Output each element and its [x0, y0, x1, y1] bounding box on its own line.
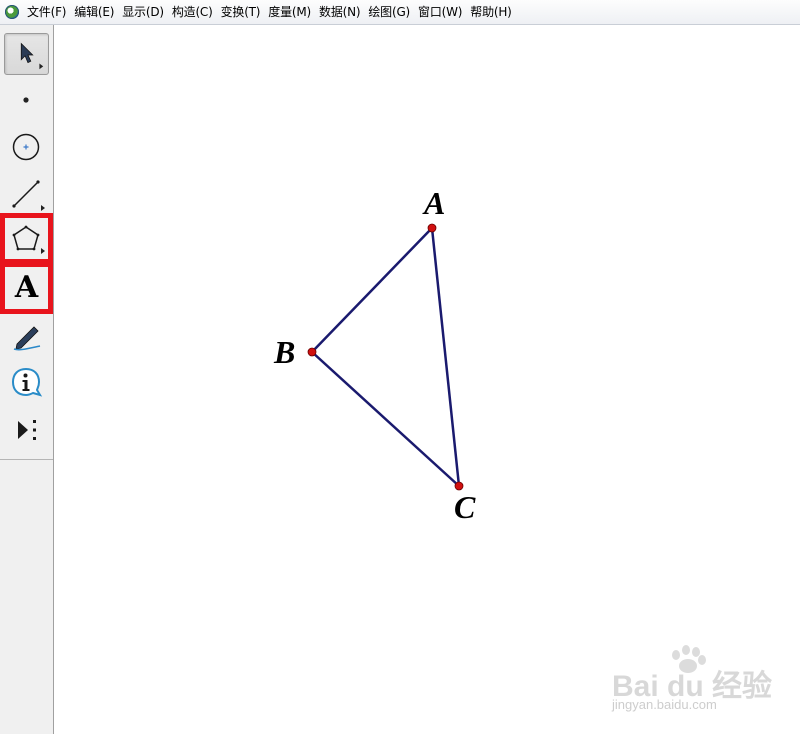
menu-help[interactable]: 帮助(H) — [467, 0, 514, 25]
menu-data[interactable]: 数据(N) — [316, 0, 363, 25]
toolbar-separator — [0, 459, 53, 460]
custom-tool[interactable] — [4, 409, 49, 451]
menu-window[interactable]: 窗口(W) — [415, 0, 465, 25]
polygon-icon — [12, 225, 45, 254]
marker-pen-icon — [13, 326, 41, 351]
point-label-c[interactable]: C — [454, 491, 475, 523]
straightedge-tool[interactable] — [4, 173, 49, 215]
menu-items: 文件(F) 编辑(E) 显示(D) 构造(C) 变换(T) 度量(M) 数据(N… — [24, 0, 517, 25]
compass-tool[interactable] — [4, 126, 49, 168]
triangle-figure — [307, 223, 464, 491]
menu-display[interactable]: 显示(D) — [119, 0, 167, 25]
watermark-sub: jingyan.baidu.com — [612, 697, 717, 712]
point-b[interactable] — [307, 347, 317, 357]
marker-tool[interactable] — [4, 316, 49, 358]
menu-graph[interactable]: 绘图(G) — [365, 0, 413, 25]
segment-ab[interactable] — [311, 227, 433, 353]
text-tool[interactable]: A — [0, 262, 53, 314]
menu-edit[interactable]: 编辑(E) — [71, 0, 117, 25]
menu-file[interactable]: 文件(F) — [24, 0, 69, 25]
information-icon — [11, 367, 43, 397]
segment-bc[interactable] — [311, 351, 460, 487]
straightedge-icon — [12, 180, 45, 211]
arrow-select-icon — [20, 42, 44, 70]
sketch-canvas[interactable]: A B C — [55, 25, 800, 734]
app-icon[interactable] — [5, 5, 19, 19]
segment-ac[interactable] — [430, 227, 461, 487]
point-label-a[interactable]: A — [424, 187, 445, 219]
baidu-watermark: Bai du 经验 jingyan.baidu.com — [608, 645, 798, 725]
point-a[interactable] — [427, 223, 437, 233]
menu-measure[interactable]: 度量(M) — [265, 0, 314, 25]
polygon-tool[interactable] — [0, 213, 53, 264]
menu-bar: 文件(F) 编辑(E) 显示(D) 构造(C) 变换(T) 度量(M) 数据(N… — [0, 0, 800, 25]
custom-tool-icon — [18, 420, 36, 440]
information-tool[interactable] — [4, 362, 49, 404]
selection-arrow-tool[interactable] — [4, 33, 49, 75]
compass-icon — [12, 133, 40, 161]
point-label-b[interactable]: B — [274, 336, 295, 368]
point-tool[interactable] — [4, 79, 49, 121]
menu-construct[interactable]: 构造(C) — [169, 0, 216, 25]
menu-transform[interactable]: 变换(T) — [218, 0, 264, 25]
point-icon — [23, 97, 29, 103]
toolbox: A — [0, 25, 54, 734]
text-icon: A — [14, 270, 39, 305]
